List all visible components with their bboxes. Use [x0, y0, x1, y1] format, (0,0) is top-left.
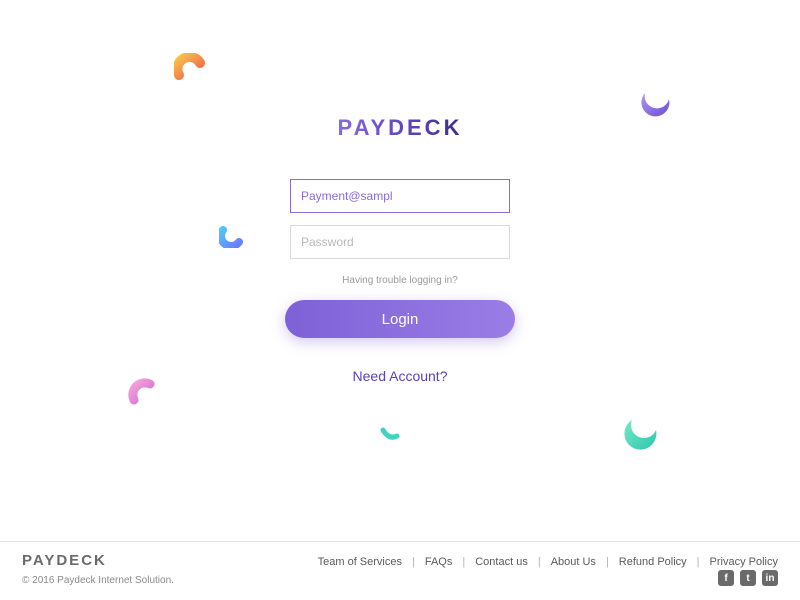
- facebook-icon[interactable]: f: [718, 570, 734, 586]
- footer-link-about-us[interactable]: About Us: [551, 556, 596, 568]
- login-page: PAYDECK Having trouble logging in? Login…: [0, 0, 800, 600]
- decor-shape-arc-orange: [174, 53, 208, 83]
- decor-shape-chip-teal: [379, 426, 401, 446]
- separator: |: [412, 556, 415, 568]
- password-field[interactable]: [290, 225, 510, 259]
- twitter-icon[interactable]: t: [740, 570, 756, 586]
- decor-shape-crescent-teal: [622, 414, 664, 454]
- login-button[interactable]: Login: [285, 300, 515, 338]
- footer-copyright: © 2016 Paydeck Internet Solution.: [22, 575, 174, 586]
- footer-logo: PAYDECK: [22, 552, 174, 569]
- email-field[interactable]: [290, 179, 510, 213]
- footer-link-contact-us[interactable]: Contact us: [475, 556, 528, 568]
- decor-shape-arc-pink: [128, 378, 158, 408]
- decor-shape-crescent-purple: [639, 85, 677, 119]
- login-panel: PAYDECK Having trouble logging in? Login…: [240, 115, 560, 384]
- footer-social: f t in: [718, 570, 778, 586]
- footer-left: PAYDECK © 2016 Paydeck Internet Solution…: [22, 552, 174, 586]
- separator: |: [462, 556, 465, 568]
- footer-link-privacy-policy[interactable]: Privacy Policy: [710, 556, 778, 568]
- trouble-logging-in-link[interactable]: Having trouble logging in?: [342, 275, 458, 286]
- footer-link-faqs[interactable]: FAQs: [425, 556, 453, 568]
- footer-link-refund-policy[interactable]: Refund Policy: [619, 556, 687, 568]
- separator: |: [697, 556, 700, 568]
- footer-link-team-of-services[interactable]: Team of Services: [318, 556, 402, 568]
- need-account-link[interactable]: Need Account?: [353, 368, 448, 384]
- footer: PAYDECK © 2016 Paydeck Internet Solution…: [0, 541, 800, 600]
- brand-logo: PAYDECK: [338, 115, 463, 141]
- separator: |: [538, 556, 541, 568]
- linkedin-icon[interactable]: in: [762, 570, 778, 586]
- separator: |: [606, 556, 609, 568]
- footer-links: Team of Services | FAQs | Contact us | Abou…: [318, 556, 778, 568]
